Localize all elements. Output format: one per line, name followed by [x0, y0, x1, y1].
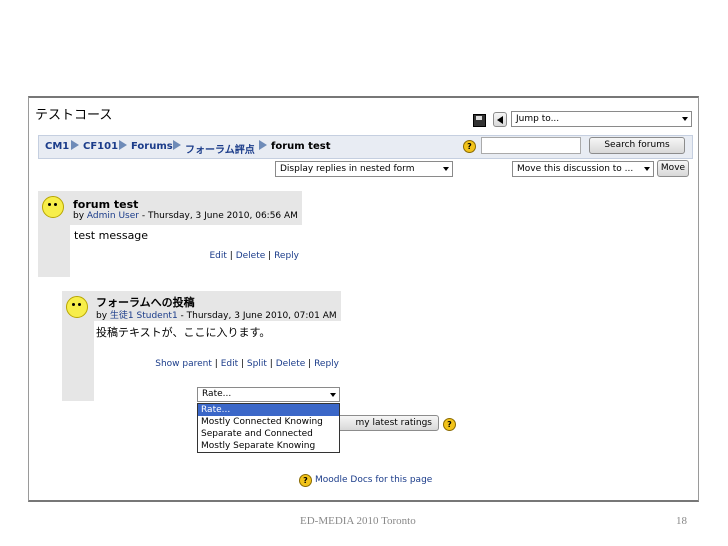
forum-post-1: forum test by Admin User - Thursday, 3 J… [38, 191, 302, 277]
breadcrumb-item-cm1[interactable]: CM1 [45, 141, 69, 152]
jump-to-select[interactable]: Jump to... [511, 111, 692, 127]
post-byline: by Admin User - Thursday, 3 June 2010, 0… [73, 211, 298, 221]
save-icon[interactable] [473, 114, 486, 127]
reply-link[interactable]: Reply [314, 359, 339, 369]
post-message: test message [74, 229, 149, 242]
move-discussion-select[interactable]: Move this discussion to ... [512, 161, 654, 177]
forum-post-2: フォーラムへの投稿 by 生徒1 Student1 - Thursday, 3 … [62, 291, 341, 401]
chevron-down-icon [443, 167, 449, 171]
breadcrumb-arrow-icon [173, 140, 181, 150]
slide-footer-event: ED-MEDIA 2010 Toronto [300, 515, 416, 527]
post-byline: by 生徒1 Student1 - Thursday, 3 June 2010,… [96, 311, 337, 321]
rating-option[interactable]: Mostly Connected Knowing [198, 416, 339, 428]
rating-option[interactable]: Mostly Separate Knowing [198, 440, 339, 452]
move-button[interactable]: Move [657, 160, 689, 177]
avatar [66, 296, 88, 318]
post-message: 投稿テキストが、ここに入ります。 [96, 326, 271, 339]
edit-link[interactable]: Edit [209, 251, 226, 261]
send-ratings-button[interactable]: my latest ratings [327, 415, 439, 431]
edit-link[interactable]: Edit [221, 359, 238, 369]
breadcrumb-arrow-icon [119, 140, 127, 150]
chevron-down-icon [682, 117, 688, 121]
moodle-screenshot-frame: テストコース Jump to... CM1 CF101 Forums フォーラム… [28, 96, 699, 502]
search-input[interactable] [481, 137, 581, 154]
post-commands: Edit | Delete | Reply [209, 251, 299, 261]
slide-page-number: 18 [676, 515, 687, 527]
breadcrumb-item-current: forum test [271, 141, 331, 152]
help-icon[interactable]: ? [463, 140, 476, 153]
chevron-down-icon [330, 393, 336, 397]
author-link[interactable]: 生徒1 Student1 [110, 311, 178, 321]
post-body: test message Edit | Delete | Reply [70, 225, 302, 277]
show-parent-link[interactable]: Show parent [155, 359, 212, 369]
info-icon: ? [299, 474, 312, 487]
rating-option[interactable]: Rate... [198, 404, 339, 416]
breadcrumb-item-forum-rating[interactable]: フォーラム評点 [185, 141, 255, 156]
breadcrumb-item-cf101[interactable]: CF101 [83, 141, 118, 152]
delete-link[interactable]: Delete [236, 251, 266, 261]
post-commands: Show parent | Edit | Split | Delete | Re… [155, 359, 339, 369]
rating-option[interactable]: Separate and Connected [198, 428, 339, 440]
avatar [42, 196, 64, 218]
jump-to-label: Jump to... [516, 114, 560, 124]
course-title: テストコース [35, 108, 113, 123]
delete-link[interactable]: Delete [276, 359, 306, 369]
moodle-docs-link[interactable]: Moodle Docs for this page [315, 475, 432, 485]
post-title: forum test [73, 198, 139, 211]
breadcrumb: CM1 CF101 Forums フォーラム評点 forum test ? Se… [38, 135, 693, 159]
search-forums-button[interactable]: Search forums [589, 137, 685, 154]
author-link[interactable]: Admin User [87, 211, 139, 221]
breadcrumb-arrow-icon [259, 140, 267, 150]
split-link[interactable]: Split [247, 359, 267, 369]
rating-select[interactable]: Rate... [197, 387, 340, 402]
rating-options-list[interactable]: Rate... Mostly Connected Knowing Separat… [197, 403, 340, 453]
chevron-down-icon [644, 167, 650, 171]
help-icon[interactable]: ? [443, 418, 456, 431]
breadcrumb-arrow-icon [71, 140, 79, 150]
breadcrumb-item-forums[interactable]: Forums [131, 141, 173, 152]
reply-link[interactable]: Reply [274, 251, 299, 261]
display-mode-select[interactable]: Display replies in nested form [275, 161, 453, 177]
jump-prev-button[interactable] [493, 112, 507, 127]
